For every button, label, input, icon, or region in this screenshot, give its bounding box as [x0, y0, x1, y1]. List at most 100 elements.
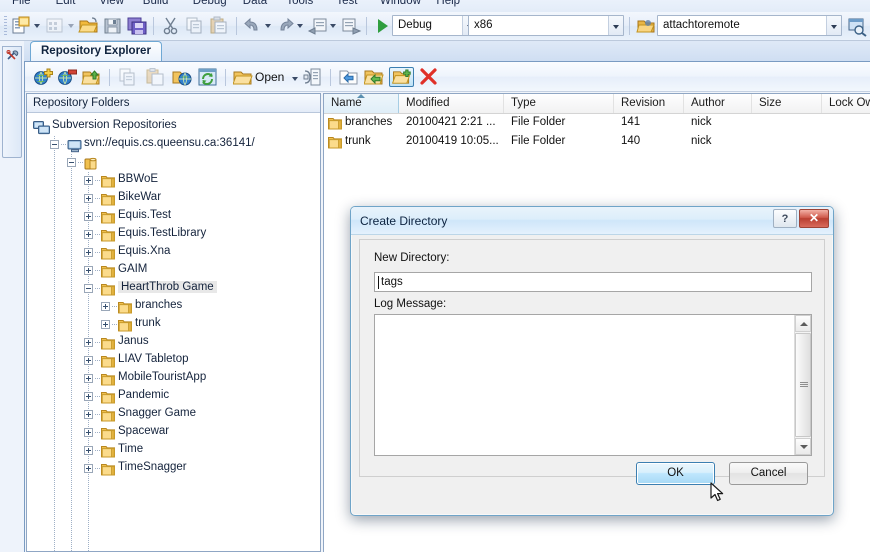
column-header-type[interactable]: Type: [504, 94, 614, 113]
expand-icon[interactable]: [101, 302, 110, 311]
scroll-down-button[interactable]: [795, 438, 811, 455]
list-header[interactable]: Name Modified Type Revision Author Size Lock O…: [324, 94, 870, 114]
checkout-icon[interactable]: [172, 67, 192, 87]
collapse-icon[interactable]: [84, 284, 93, 293]
paste-icon[interactable]: [145, 67, 165, 87]
expand-icon[interactable]: [84, 356, 93, 365]
open-dropdown-caret[interactable]: [292, 77, 298, 81]
navigate-backward-icon[interactable]: [307, 15, 329, 37]
expand-icon[interactable]: [84, 374, 93, 383]
dialog-title-bar[interactable]: Create Directory ? ✕: [351, 207, 833, 235]
scrollbar-thumb[interactable]: [795, 333, 811, 437]
table-row[interactable]: trunk 20100419 10:05... File Folder 140 nick: [324, 133, 870, 152]
toolbox-tab[interactable]: Toolbox: [2, 46, 22, 158]
cancel-button[interactable]: Cancel: [729, 462, 808, 485]
log-message-textarea[interactable]: [374, 314, 812, 456]
solution-platform-combo[interactable]: x86: [468, 15, 624, 36]
import-icon[interactable]: [338, 67, 359, 87]
new-project-icon[interactable]: [10, 15, 32, 37]
solution-platform-caret[interactable]: [608, 16, 623, 35]
properties-icon[interactable]: [303, 67, 323, 87]
copy-icon[interactable]: [184, 15, 206, 37]
open-file-icon[interactable]: [78, 15, 100, 37]
new-project-dropdown-caret[interactable]: [34, 24, 40, 28]
repository-tree[interactable]: Subversion Repositories svn://equis.cs.qu…: [27, 114, 320, 551]
navigate-backward-caret[interactable]: [330, 24, 336, 28]
navigate-forward-icon[interactable]: [340, 15, 362, 37]
help-icon[interactable]: ?: [773, 209, 797, 228]
redo-icon[interactable]: [275, 15, 295, 37]
new-item-icon[interactable]: [44, 15, 66, 37]
menu-build[interactable]: Build: [143, 0, 169, 7]
export-icon[interactable]: [81, 67, 101, 87]
remove-repository-icon[interactable]: [57, 67, 77, 87]
create-directory-icon[interactable]: [389, 67, 414, 87]
menu-edit[interactable]: Edit: [56, 0, 76, 7]
undo-icon[interactable]: [243, 15, 263, 37]
expand-icon[interactable]: [84, 338, 93, 347]
add-repository-icon[interactable]: [33, 67, 53, 87]
solution-configuration-combo[interactable]: Debug: [392, 15, 478, 36]
table-row[interactable]: branches 20100421 2:21 ... File Folder 141 n…: [324, 114, 870, 133]
redo-dropdown-caret[interactable]: [297, 24, 303, 28]
repository-folders-header: Repository Folders: [27, 94, 320, 113]
close-icon[interactable]: ✕: [799, 209, 829, 228]
expand-icon[interactable]: [84, 194, 93, 203]
collapse-icon[interactable]: [67, 158, 76, 167]
column-header-revision[interactable]: Revision: [614, 94, 684, 113]
open-button-label[interactable]: Open: [255, 70, 284, 86]
delete-icon[interactable]: [419, 67, 439, 87]
collapse-icon[interactable]: [50, 140, 59, 149]
column-header-modified[interactable]: Modified: [399, 94, 504, 113]
refresh-icon[interactable]: [197, 67, 218, 87]
repository-explorer-toolbar[interactable]: Open: [25, 62, 870, 92]
menu-bar[interactable]: File Edit View Build Debug Data Tools Test Windo…: [0, 0, 870, 12]
expand-icon[interactable]: [84, 464, 93, 473]
copy-icon[interactable]: [118, 67, 138, 87]
tab-repository-explorer-label: Repository Explorer: [41, 45, 151, 57]
attach-target-caret[interactable]: [826, 16, 841, 35]
menu-file[interactable]: File: [12, 0, 31, 7]
menu-window[interactable]: Window: [380, 0, 421, 7]
column-header-size[interactable]: Size: [752, 94, 822, 113]
tree-node-label: MobileTouristApp: [118, 371, 207, 383]
ok-button[interactable]: OK: [636, 462, 715, 485]
visual-studio-toolbar[interactable]: Debug x86 attachtoremote: [0, 12, 870, 41]
tab-repository-explorer[interactable]: Repository Explorer: [30, 41, 162, 62]
toolbar-grip[interactable]: [4, 16, 7, 36]
expand-icon[interactable]: [84, 176, 93, 185]
expand-icon[interactable]: [84, 266, 93, 275]
new-directory-input[interactable]: tags: [374, 272, 812, 292]
log-message-scrollbar[interactable]: [794, 315, 811, 455]
menu-debug[interactable]: Debug: [193, 0, 227, 7]
new-item-dropdown-caret[interactable]: [68, 24, 74, 28]
column-header-lock-owner[interactable]: Lock Owner: [822, 94, 870, 113]
save-icon[interactable]: [102, 15, 124, 37]
expand-icon[interactable]: [84, 212, 93, 221]
expand-icon[interactable]: [84, 230, 93, 239]
start-debugging-icon[interactable]: [373, 15, 391, 37]
undo-dropdown-caret[interactable]: [265, 24, 271, 28]
menu-tools[interactable]: Tools: [286, 0, 313, 7]
expand-icon[interactable]: [84, 428, 93, 437]
attach-target-combo[interactable]: attachtoremote: [657, 15, 842, 36]
expand-icon[interactable]: [101, 320, 110, 329]
expand-icon[interactable]: [84, 446, 93, 455]
expand-icon[interactable]: [84, 392, 93, 401]
find-in-files-icon[interactable]: [847, 15, 867, 37]
expand-icon[interactable]: [84, 248, 93, 257]
cut-icon[interactable]: [160, 15, 182, 37]
branch-icon[interactable]: [363, 67, 385, 87]
paste-icon[interactable]: [208, 15, 230, 37]
column-header-name[interactable]: Name: [324, 94, 399, 113]
attach-process-icon[interactable]: [636, 15, 656, 37]
column-header-author[interactable]: Author: [684, 94, 752, 113]
menu-data[interactable]: Data: [243, 0, 267, 7]
expand-icon[interactable]: [84, 410, 93, 419]
save-all-icon[interactable]: [126, 15, 148, 37]
menu-help[interactable]: Help: [436, 0, 460, 7]
menu-view[interactable]: View: [99, 0, 124, 7]
scroll-up-button[interactable]: [795, 315, 811, 332]
open-icon[interactable]: [232, 67, 253, 87]
menu-test[interactable]: Test: [336, 0, 357, 7]
